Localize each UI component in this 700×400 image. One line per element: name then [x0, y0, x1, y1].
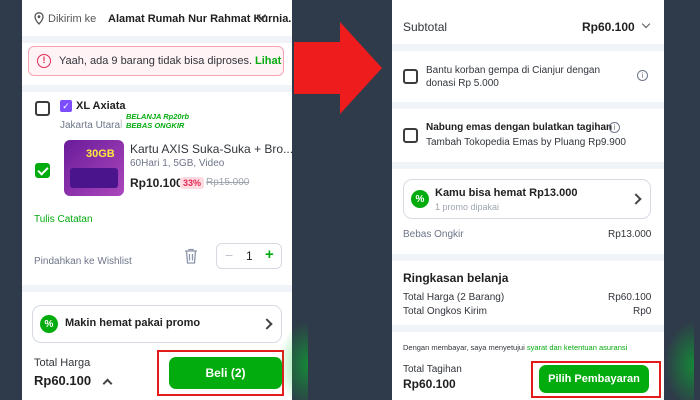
promo-text: Makin hemat pakai promo [65, 317, 201, 329]
free-shipping-badge: BELANJA Rp20rb BEBAS ONGKIR [126, 112, 189, 130]
total-price-value: Rp60.100 [608, 292, 652, 303]
savings-subtitle: 1 promo dipakai [435, 202, 500, 212]
power-merchant-badge-icon: ✓ [60, 100, 72, 112]
gold-title: Nabung emas dengan bulatkan tagihan [426, 122, 613, 133]
total-price-label: Total Harga (2 Barang) [403, 292, 505, 303]
product-thumb-text: 30GB [86, 148, 115, 160]
donation-checkbox[interactable] [403, 69, 418, 84]
shop-location: Jakarta Utara [60, 120, 121, 131]
savings-title: Kamu bisa hemat Rp13.000 [435, 187, 578, 199]
donation-text-line2: donasi Rp 5.000 [426, 78, 499, 89]
shop-checkbox[interactable] [35, 101, 50, 116]
free-shipping-line1: BELANJA Rp20rb [126, 112, 190, 121]
location-pin-icon [34, 12, 44, 25]
agreement-text: Dengan membayar, saya menyetujui syarat … [403, 343, 627, 352]
checkout-screen: Subtotal Rp60.100 Bantu korban gempa di … [392, 0, 664, 400]
product-checkbox[interactable] [35, 163, 50, 178]
write-notes-link[interactable]: Tulis Catatan [34, 214, 93, 225]
subtotal-value: Rp60.100 [582, 20, 635, 34]
bill-value: Rp60.100 [403, 377, 456, 391]
chevron-down-icon[interactable] [641, 19, 651, 29]
qty-minus-button[interactable]: − [225, 247, 233, 263]
total-shipping-value: Rp0 [633, 306, 652, 317]
quantity-stepper[interactable]: − 1 + [216, 243, 282, 269]
bill-label: Total Tagihan [403, 364, 462, 375]
gold-savings-checkbox[interactable] [403, 128, 418, 143]
warning-text: Yaah, ada 9 barang tidak bisa diproses. [59, 55, 253, 67]
warning-see-link[interactable]: Lihat [255, 55, 281, 67]
quantity-value[interactable]: 1 [246, 249, 253, 263]
shop-name[interactable]: XL Axiata [76, 100, 126, 112]
summary-title: Ringkasan belanja [403, 271, 509, 285]
product-name[interactable]: Kartu AXIS Suka-Suka + Bro... [130, 142, 292, 156]
savings-card[interactable]: % Kamu bisa hemat Rp13.000 1 promo dipak… [403, 179, 651, 219]
info-icon[interactable]: i [609, 122, 620, 133]
alert-icon: ! [37, 54, 51, 68]
total-shipping-label: Total Ongkos Kirim [403, 306, 487, 317]
trash-icon[interactable] [184, 248, 198, 264]
discount-badge: 33% [180, 177, 205, 189]
promo-card[interactable]: % Makin hemat pakai promo [32, 305, 282, 343]
total-label: Total Harga [34, 357, 91, 369]
gold-subtitle: Tambah Tokopedia Emas by Pluang Rp9.900 [426, 137, 626, 148]
total-value: Rp60.100 [34, 373, 92, 388]
move-to-wishlist-link[interactable]: Pindahkan ke Wishlist [34, 256, 132, 267]
original-price: Rp15.000 [206, 177, 250, 188]
free-shipping-value: Rp13.000 [608, 229, 652, 240]
highlight-box-buy [157, 350, 284, 396]
product-variant: 60Hari 1, 5GB, Video [130, 158, 225, 169]
arrow-icon [294, 22, 382, 114]
subtotal-label: Subtotal [403, 20, 448, 34]
discount-icon: % [411, 190, 429, 208]
insurance-terms-link[interactable]: syarat dan ketentuan asuransi [527, 343, 627, 352]
info-icon[interactable]: i [637, 70, 648, 81]
cart-screen: Dikirim ke Alamat Rumah Nur Rahmat Kurni… [22, 0, 292, 400]
chevron-right-icon [261, 318, 273, 330]
chevron-up-icon[interactable] [102, 378, 113, 389]
qty-plus-button[interactable]: + [265, 246, 274, 263]
free-shipping-label: Bebas Ongkir [403, 229, 464, 240]
discount-icon: % [40, 315, 58, 333]
highlight-box-payment [531, 361, 661, 398]
donation-text-line1: Bantu korban gempa di Cianjur dengan [426, 65, 601, 76]
free-shipping-line2: BEBAS ONGKIR [126, 121, 185, 130]
agreement-prefix: Dengan membayar, saya menyetujui [403, 343, 525, 352]
warning-banner: ! Yaah, ada 9 barang tidak bisa diproses… [28, 46, 284, 76]
address-bar[interactable]: Dikirim ke Alamat Rumah Nur Rahmat Kurni… [22, 0, 292, 38]
product-price: Rp10.100 [130, 176, 183, 190]
address-prefix: Dikirim ke [48, 13, 97, 25]
product-thumbnail[interactable]: 30GB [64, 140, 124, 196]
chevron-right-icon [630, 193, 642, 205]
